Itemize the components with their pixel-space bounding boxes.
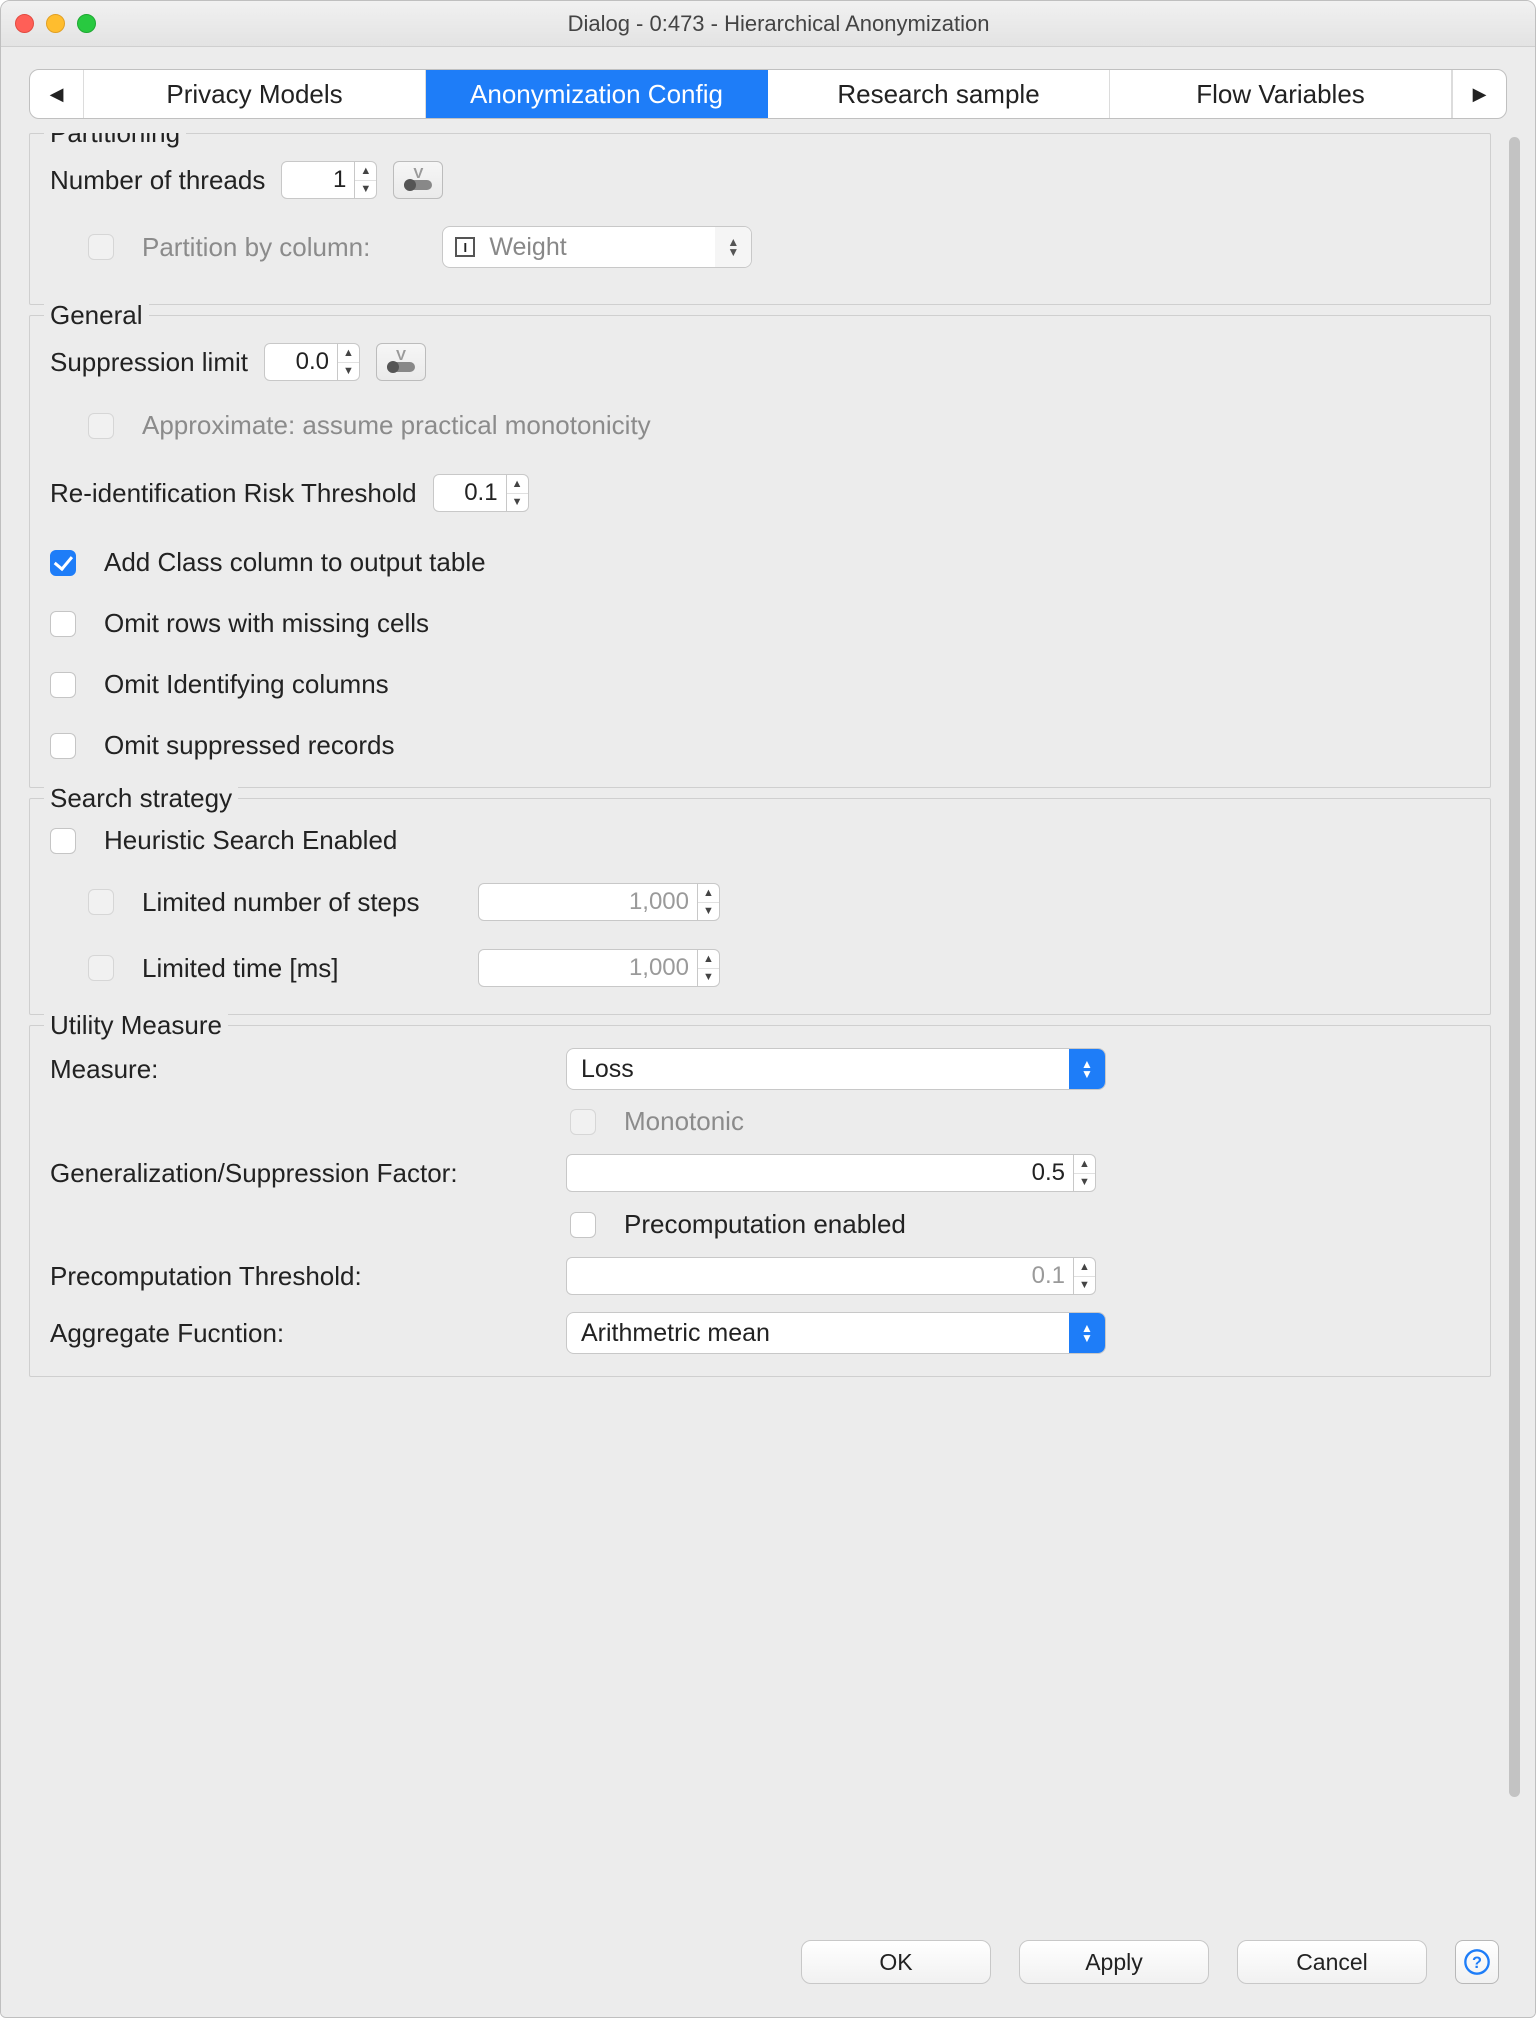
group-title-general: General bbox=[44, 300, 149, 331]
tabs-scroll-left[interactable]: ◀ bbox=[30, 70, 84, 118]
partition-by-column-label: Partition by column: bbox=[142, 232, 370, 263]
omit-identifying-checkbox[interactable] bbox=[50, 672, 76, 698]
suppression-limit-flowvar-button[interactable]: V bbox=[376, 343, 426, 381]
precomputation-threshold-stepper: ▲▼ bbox=[1074, 1257, 1096, 1295]
suppression-limit-input[interactable] bbox=[264, 343, 338, 381]
precomputation-threshold-spinner: ▲▼ bbox=[566, 1256, 1096, 1296]
tab-anonymization-config[interactable]: Anonymization Config bbox=[426, 70, 768, 118]
group-title-search: Search strategy bbox=[44, 783, 238, 814]
measure-select[interactable]: Loss ▲▼ bbox=[566, 1048, 1106, 1090]
measure-value: Loss bbox=[567, 1055, 1069, 1084]
tab-flow-variables[interactable]: Flow Variables bbox=[1110, 70, 1452, 118]
partition-by-column-checkbox bbox=[88, 234, 114, 260]
svg-text:?: ? bbox=[1472, 1954, 1482, 1972]
monotonic-label: Monotonic bbox=[624, 1106, 744, 1137]
limited-time-spinner: ▲▼ bbox=[478, 948, 720, 988]
reid-risk-stepper[interactable]: ▲▼ bbox=[507, 474, 529, 512]
num-threads-input[interactable] bbox=[281, 161, 355, 199]
gs-factor-spinner[interactable]: ▲▼ bbox=[566, 1153, 1096, 1193]
limited-time-stepper: ▲▼ bbox=[698, 949, 720, 987]
reid-risk-input[interactable] bbox=[433, 474, 507, 512]
precomputation-enabled-label: Precomputation enabled bbox=[624, 1209, 906, 1240]
group-general: General Suppression limit ▲▼ V Ap bbox=[29, 315, 1491, 788]
monotonic-checkbox bbox=[570, 1109, 596, 1135]
chevron-up-down-icon: ▲▼ bbox=[1069, 1049, 1105, 1089]
omit-suppressed-checkbox[interactable] bbox=[50, 733, 76, 759]
num-threads-stepper[interactable]: ▲▼ bbox=[355, 161, 377, 199]
aggregate-function-value: Arithmetric mean bbox=[567, 1319, 1069, 1348]
help-icon: ? bbox=[1463, 1948, 1491, 1976]
aggregate-function-select[interactable]: Arithmetric mean ▲▼ bbox=[566, 1312, 1106, 1354]
scrollbar-thumb[interactable] bbox=[1509, 137, 1520, 1797]
limited-steps-label: Limited number of steps bbox=[142, 887, 462, 918]
measure-label: Measure: bbox=[50, 1054, 550, 1085]
limited-steps-input bbox=[478, 883, 698, 921]
titlebar: Dialog - 0:473 - Hierarchical Anonymizat… bbox=[1, 1, 1535, 47]
gs-factor-input[interactable] bbox=[566, 1154, 1074, 1192]
omit-missing-checkbox[interactable] bbox=[50, 611, 76, 637]
chevron-up-down-icon: ▲▼ bbox=[1069, 1313, 1105, 1353]
tab-research-sample[interactable]: Research sample bbox=[768, 70, 1110, 118]
suppression-limit-stepper[interactable]: ▲▼ bbox=[338, 343, 360, 381]
precomputation-threshold-input bbox=[566, 1257, 1074, 1295]
suppression-limit-spinner[interactable]: ▲▼ bbox=[264, 342, 360, 382]
approximate-label: Approximate: assume practical monotonici… bbox=[142, 410, 651, 441]
cancel-button[interactable]: Cancel bbox=[1237, 1940, 1427, 1984]
group-utility-measure: Utility Measure Measure: Loss ▲▼ Monoton… bbox=[29, 1025, 1491, 1377]
reid-risk-label: Re-identification Risk Threshold bbox=[50, 478, 417, 509]
gs-factor-label: Generalization/Suppression Factor: bbox=[50, 1158, 550, 1189]
gs-factor-stepper[interactable]: ▲▼ bbox=[1074, 1154, 1096, 1192]
precomputation-enabled-checkbox[interactable] bbox=[570, 1212, 596, 1238]
heuristic-search-checkbox[interactable] bbox=[50, 828, 76, 854]
partition-column-select: I Weight ▲▼ bbox=[442, 226, 752, 268]
num-threads-label: Number of threads bbox=[50, 165, 265, 196]
vertical-scrollbar[interactable] bbox=[1505, 137, 1525, 1903]
partition-column-value: Weight bbox=[475, 233, 715, 262]
heuristic-search-label: Heuristic Search Enabled bbox=[104, 825, 397, 856]
tabs-scroll-right[interactable]: ▶ bbox=[1452, 70, 1506, 118]
group-title-partitioning: Partitioning bbox=[44, 133, 186, 149]
add-class-column-label: Add Class column to output table bbox=[104, 547, 486, 578]
limited-steps-checkbox bbox=[88, 889, 114, 915]
tab-privacy-models[interactable]: Privacy Models bbox=[84, 70, 426, 118]
omit-identifying-label: Omit Identifying columns bbox=[104, 669, 389, 700]
limited-time-input bbox=[478, 949, 698, 987]
approximate-checkbox bbox=[88, 413, 114, 439]
suppression-limit-label: Suppression limit bbox=[50, 347, 248, 378]
panel-area: Partitioning Number of threads ▲▼ V bbox=[29, 133, 1527, 1907]
group-title-utility: Utility Measure bbox=[44, 1010, 228, 1041]
chevron-up-down-icon: ▲▼ bbox=[715, 227, 751, 267]
num-threads-spinner[interactable]: ▲▼ bbox=[281, 160, 377, 200]
close-window-button[interactable] bbox=[15, 14, 34, 33]
dialog-footer: OK Apply Cancel ? bbox=[1, 1907, 1535, 2017]
tab-strip: ◀ Privacy Models Anonymization Config Re… bbox=[29, 69, 1507, 119]
help-button[interactable]: ? bbox=[1455, 1940, 1499, 1984]
apply-button[interactable]: Apply bbox=[1019, 1940, 1209, 1984]
omit-suppressed-label: Omit suppressed records bbox=[104, 730, 394, 761]
column-type-icon: I bbox=[455, 237, 475, 257]
limited-time-label: Limited time [ms] bbox=[142, 953, 462, 984]
omit-missing-label: Omit rows with missing cells bbox=[104, 608, 429, 639]
limited-time-checkbox bbox=[88, 955, 114, 981]
limited-steps-spinner: ▲▼ bbox=[478, 882, 720, 922]
dialog-window: Dialog - 0:473 - Hierarchical Anonymizat… bbox=[0, 0, 1536, 2018]
num-threads-flowvar-button[interactable]: V bbox=[393, 161, 443, 199]
group-search-strategy: Search strategy Heuristic Search Enabled… bbox=[29, 798, 1491, 1015]
window-title: Dialog - 0:473 - Hierarchical Anonymizat… bbox=[36, 11, 1521, 37]
ok-button[interactable]: OK bbox=[801, 1940, 991, 1984]
limited-steps-stepper: ▲▼ bbox=[698, 883, 720, 921]
precomputation-threshold-label: Precomputation Threshold: bbox=[50, 1261, 550, 1292]
add-class-column-checkbox[interactable] bbox=[50, 550, 76, 576]
group-partitioning: Partitioning Number of threads ▲▼ V bbox=[29, 133, 1491, 305]
config-panel: Partitioning Number of threads ▲▼ V bbox=[29, 133, 1505, 1907]
reid-risk-spinner[interactable]: ▲▼ bbox=[433, 473, 529, 513]
aggregate-function-label: Aggregate Fucntion: bbox=[50, 1318, 550, 1349]
